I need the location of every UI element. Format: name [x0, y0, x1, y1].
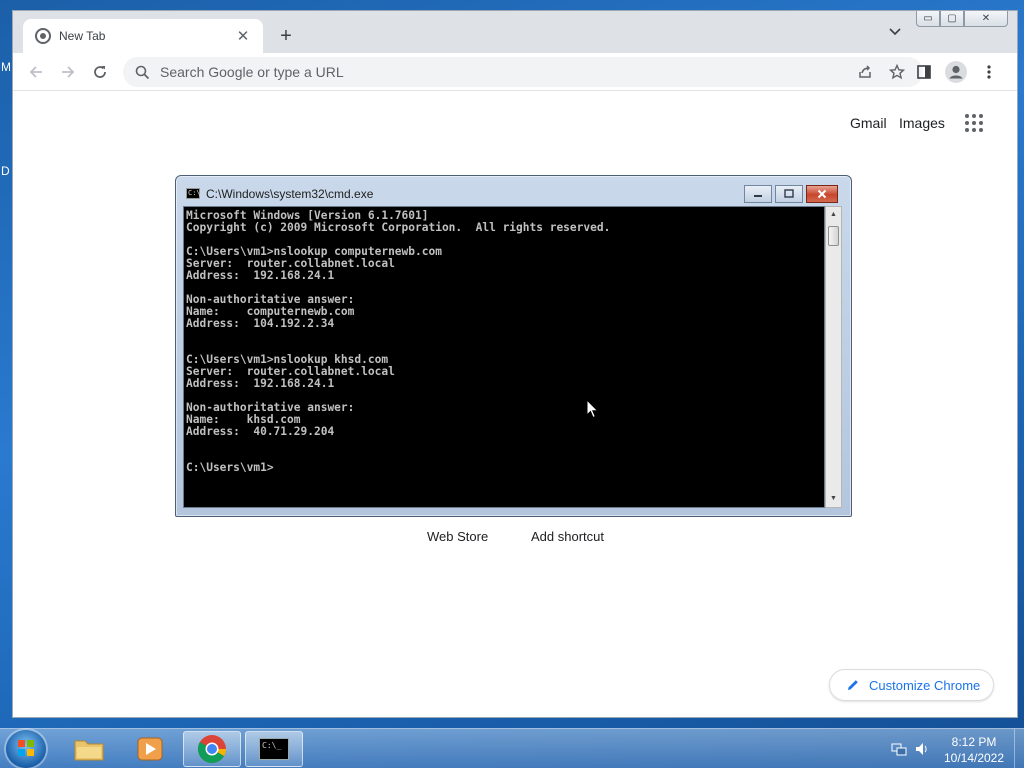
console-line: Copyright (c) 2009 Microsoft Corporation… [186, 221, 611, 234]
cmd-vertical-scrollbar[interactable]: ▲ ▼ [825, 206, 842, 508]
cmd-window-controls [744, 185, 838, 203]
cmd-window-icon: C:\ [186, 188, 201, 199]
bookmark-star-icon[interactable] [883, 57, 911, 87]
browser-minimize-button[interactable]: ▭ [916, 11, 940, 27]
tab-title: New Tab [59, 29, 106, 43]
shortcut-add-shortcut[interactable]: Add shortcut [531, 529, 604, 544]
media-player-icon [137, 737, 163, 761]
kebab-menu-icon[interactable] [976, 59, 1002, 85]
taskbar-chrome-button[interactable] [183, 731, 241, 767]
taskbar-clock[interactable]: 8:12 PM 10/14/2022 [938, 734, 1010, 766]
browser-window-controls: ▭ ▢ ✕ [916, 11, 1008, 27]
reload-icon[interactable] [87, 59, 113, 85]
profile-avatar-icon[interactable] [943, 59, 969, 85]
console-prompt-line: C:\Users\vm1> [186, 461, 274, 474]
start-button[interactable] [6, 730, 46, 768]
customize-chrome-label: Customize Chrome [869, 677, 981, 693]
volume-icon[interactable] [914, 741, 930, 757]
windows-logo-icon [18, 740, 34, 756]
side-panel-icon[interactable] [911, 59, 937, 85]
scroll-up-arrow-icon[interactable]: ▲ [826, 207, 841, 223]
minimize-icon [754, 195, 762, 197]
console-line: Address: 40.71.29.204 [186, 425, 335, 438]
network-icon[interactable] [891, 741, 907, 757]
new-tab-button[interactable]: + [273, 23, 299, 49]
forward-arrow-icon[interactable] [55, 59, 81, 85]
omnibox-input[interactable] [160, 64, 923, 80]
tab-strip: New Tab ✕ + ▭ ▢ ✕ [13, 11, 1017, 53]
scroll-thumb[interactable] [828, 226, 839, 246]
maximize-icon [784, 189, 794, 198]
cmd-console-output[interactable]: Microsoft Windows [Version 6.1.7601] Cop… [183, 206, 825, 508]
scroll-down-arrow-icon[interactable]: ▼ [826, 491, 841, 507]
console-line: Address: 192.168.24.1 [186, 269, 335, 282]
browser-maximize-button[interactable]: ▢ [940, 11, 964, 27]
tab-new-tab[interactable]: New Tab ✕ [23, 19, 263, 53]
gmail-link[interactable]: Gmail [850, 115, 887, 131]
share-icon[interactable] [851, 57, 879, 87]
tab-close-icon[interactable]: ✕ [233, 27, 253, 45]
cmd-title: C:\Windows\system32\cmd.exe [206, 187, 374, 201]
show-desktop-button[interactable] [1014, 729, 1024, 768]
cmd-window: C:\ C:\Windows\system32\cmd.exe Microsof… [175, 175, 852, 517]
chrome-favicon-icon [35, 28, 51, 44]
cmd-close-button[interactable] [806, 185, 838, 203]
close-icon [817, 189, 827, 199]
clock-date: 10/14/2022 [943, 751, 1005, 765]
back-arrow-icon[interactable] [23, 59, 49, 85]
browser-toolbar [13, 53, 1017, 91]
shortcut-web-store[interactable]: Web Store [427, 529, 488, 544]
cmd-titlebar[interactable]: C:\ C:\Windows\system32\cmd.exe [176, 176, 851, 206]
taskbar: C:\_ 8:12 PM 10/14/2022 [0, 728, 1024, 768]
console-line: Address: 104.192.2.34 [186, 317, 335, 330]
mouse-pointer-icon [586, 399, 599, 419]
browser-close-button[interactable]: ✕ [964, 11, 1008, 27]
cmd-taskbar-icon: C:\_ [259, 738, 289, 760]
desktop-icon-label-m: M [1, 60, 11, 74]
chrome-icon [198, 735, 226, 763]
folder-icon [74, 740, 104, 761]
images-link[interactable]: Images [899, 115, 945, 131]
clock-time: 8:12 PM [951, 735, 997, 749]
taskbar-explorer-button[interactable] [60, 731, 118, 767]
search-icon [135, 65, 150, 79]
pencil-icon [848, 680, 858, 690]
omnibox[interactable] [123, 57, 923, 87]
taskbar-cmd-button[interactable]: C:\_ [245, 731, 303, 767]
taskbar-media-player-button[interactable] [121, 731, 179, 767]
cmd-minimize-button[interactable] [744, 185, 772, 203]
console-line: Address: 192.168.24.1 [186, 377, 335, 390]
customize-chrome-button[interactable]: Customize Chrome [829, 669, 994, 701]
google-apps-grid-icon[interactable] [965, 114, 985, 134]
tab-search-chevron-icon[interactable] [885, 25, 905, 45]
desktop-icon-label-d: D [1, 164, 10, 178]
cmd-maximize-button[interactable] [775, 185, 803, 203]
